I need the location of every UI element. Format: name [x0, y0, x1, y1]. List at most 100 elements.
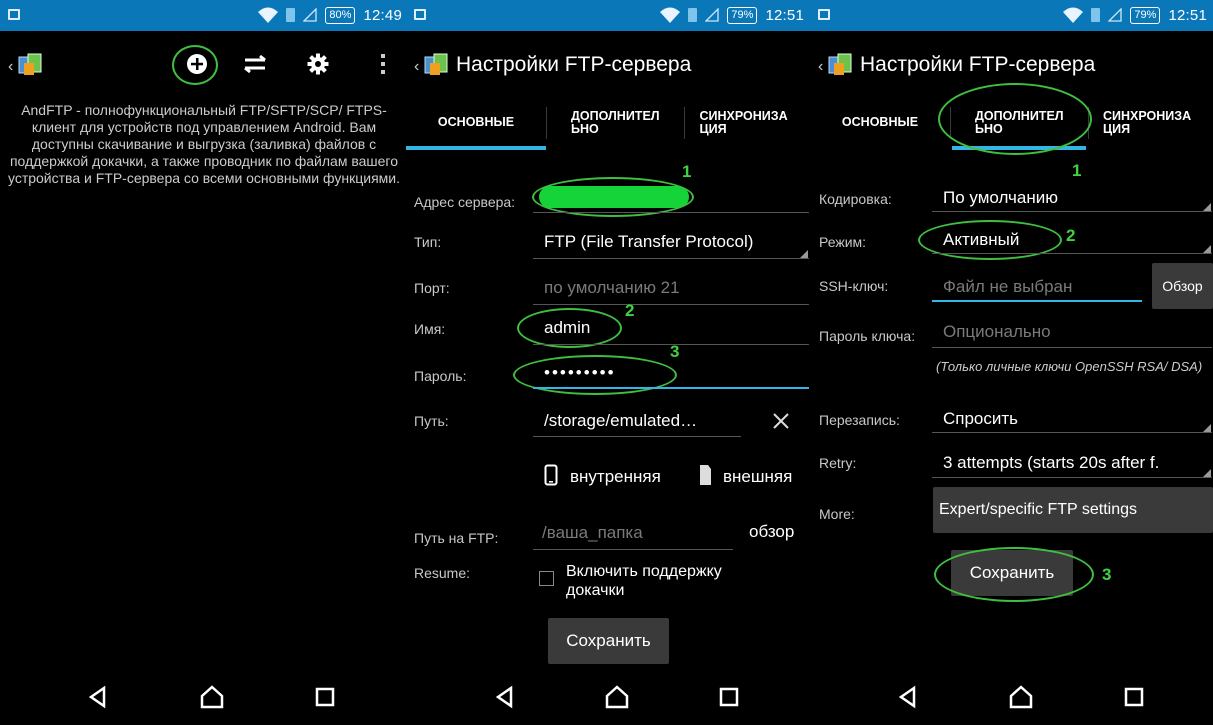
annotation-circle: [532, 177, 694, 217]
external-storage-option[interactable]: внешняя: [723, 467, 792, 487]
action-bar: ‹ Настройки FTP-сервера: [406, 31, 810, 95]
password-label: Пароль:: [414, 368, 467, 384]
signal-icon: [1108, 8, 1123, 22]
more-label: More:: [819, 506, 855, 522]
ssh-key-field[interactable]: Файл не выбран: [943, 277, 1072, 297]
name-label: Имя:: [414, 321, 446, 337]
encoding-label: Кодировка:: [819, 191, 892, 207]
overwrite-label: Перезапись:: [819, 412, 900, 428]
wifi-icon: [660, 7, 681, 23]
resume-label: Resume:: [414, 565, 471, 581]
tab-basic[interactable]: ОСНОВНЫЕ: [406, 95, 546, 150]
annotation-circle: [513, 355, 677, 395]
browse-link[interactable]: обзор: [749, 522, 794, 542]
spinner-arrow-icon: [1203, 203, 1211, 211]
status-bar: 80% 12:49: [0, 0, 408, 31]
overwrite-spinner[interactable]: Спросить: [943, 409, 1018, 429]
back-nav-icon[interactable]: [84, 683, 112, 711]
resume-checkbox-label[interactable]: Включить поддержку докачки: [566, 562, 781, 600]
app-icon[interactable]: [827, 51, 853, 77]
overflow-menu-button[interactable]: [368, 49, 398, 79]
gallery-icon: [414, 9, 426, 20]
tab-bar: ОСНОВНЫЕ ДОПОЛНИТЕЛ ЬНО СИНХРОНИЗА ЦИЯ: [810, 83, 1213, 155]
clock: 12:49: [363, 6, 402, 24]
port-field[interactable]: по умолчанию 21: [544, 278, 680, 298]
encoding-spinner[interactable]: По умолчанию: [943, 188, 1058, 208]
ftp-path-field[interactable]: /ваша_папка: [542, 523, 643, 543]
ftp-settings-basic-panel: 79% 12:51 ‹ Настройки FTP-сервера ОСНОВН…: [406, 0, 810, 725]
type-spinner[interactable]: FTP (File Transfer Protocol): [544, 232, 753, 252]
gallery-icon: [8, 9, 20, 20]
up-caret-icon: ‹: [8, 58, 14, 75]
retry-label: Retry:: [819, 455, 857, 471]
recents-nav-icon[interactable]: [311, 683, 339, 711]
page-title: Настройки FTP-сервера: [860, 53, 1096, 76]
clock: 12:51: [765, 6, 804, 24]
nav-bar: [0, 669, 408, 725]
home-nav-icon[interactable]: [1007, 683, 1035, 711]
signal-icon: [303, 8, 318, 22]
sim-icon: [688, 8, 698, 22]
ssh-browse-button[interactable]: Обзор: [1152, 263, 1213, 309]
main-screen-panel: 80% 12:49 ‹ AndFTP - полнофункциональный…: [0, 0, 408, 725]
close-icon[interactable]: [772, 412, 790, 430]
mode-label: Режим:: [819, 234, 867, 250]
tab-basic[interactable]: ОСНОВНЫЕ: [810, 95, 950, 150]
page-title: Настройки FTP-сервера: [456, 53, 692, 76]
phone-icon: [544, 464, 558, 486]
ftp-settings-advanced-panel: 79% 12:51 ‹ Настройки FTP-сервера ОСНОВН…: [810, 0, 1213, 725]
annotation-number-1: 1: [682, 162, 692, 181]
ftp-path-label: Путь на FTP:: [414, 530, 499, 546]
wifi-icon: [258, 7, 279, 23]
transfer-icon: [244, 54, 266, 74]
annotation-circle: [172, 45, 218, 85]
gallery-icon: [818, 9, 830, 20]
type-label: Тип:: [414, 234, 442, 250]
recents-nav-icon[interactable]: [1120, 683, 1148, 711]
transfer-button[interactable]: [240, 49, 270, 79]
app-icon[interactable]: [17, 51, 43, 77]
internal-storage-option[interactable]: внутренняя: [570, 467, 661, 487]
clock: 12:51: [1168, 6, 1207, 24]
settings-button[interactable]: [303, 49, 333, 79]
annotation-number-1: 1: [1072, 161, 1082, 180]
settings-icon: [307, 53, 329, 75]
annotation-number-2: 2: [625, 301, 635, 320]
tab-indicator: [406, 146, 546, 150]
back-nav-icon[interactable]: [894, 683, 922, 711]
tab-advanced[interactable]: ДОПОЛНИТЕЛ ЬНО: [546, 95, 684, 150]
up-caret-icon[interactable]: ‹: [818, 58, 823, 76]
resume-checkbox[interactable]: [539, 571, 554, 586]
status-bar: 79% 12:51: [810, 0, 1213, 31]
path-field[interactable]: /storage/emulated…: [544, 411, 697, 431]
app-icon[interactable]: [423, 51, 449, 77]
annotation-circle: [938, 83, 1092, 155]
expert-ftp-settings-button[interactable]: Expert/specific FTP settings: [933, 487, 1213, 533]
key-password-field[interactable]: Опционально: [943, 322, 1051, 342]
signal-icon: [705, 8, 720, 22]
port-label: Порт:: [414, 280, 450, 296]
save-button[interactable]: Сохранить: [548, 618, 669, 664]
tab-sync[interactable]: СИНХРОНИЗА ЦИЯ: [1088, 95, 1213, 150]
spinner-arrow-icon: [1203, 245, 1211, 253]
key-password-label: Пароль ключа:: [819, 328, 916, 344]
annotation-number-3: 3: [1102, 565, 1112, 584]
up-caret-icon[interactable]: ‹: [414, 58, 419, 76]
home-nav-icon[interactable]: [198, 683, 226, 711]
spinner-arrow-icon: [1203, 469, 1211, 477]
retry-spinner[interactable]: 3 attempts (starts 20s after f.: [943, 453, 1159, 473]
spinner-arrow-icon: [800, 250, 808, 258]
key-note: (Только личные ключи OpenSSH RSA/ DSA): [936, 359, 1203, 374]
home-nav-icon[interactable]: [603, 683, 631, 711]
tab-bar: ОСНОВНЫЕ ДОПОЛНИТЕЛ ЬНО СИНХРОНИЗА ЦИЯ: [406, 95, 810, 150]
path-label: Путь:: [414, 413, 449, 429]
nav-bar: [406, 669, 810, 725]
sdcard-icon: [700, 465, 711, 485]
back-nav-icon[interactable]: [491, 683, 519, 711]
annotation-circle: [517, 308, 622, 348]
spinner-arrow-icon: [1203, 424, 1211, 432]
overflow-icon: [381, 54, 385, 74]
wifi-icon: [1063, 7, 1084, 23]
recents-nav-icon[interactable]: [715, 683, 743, 711]
tab-sync[interactable]: СИНХРОНИЗА ЦИЯ: [684, 95, 810, 150]
